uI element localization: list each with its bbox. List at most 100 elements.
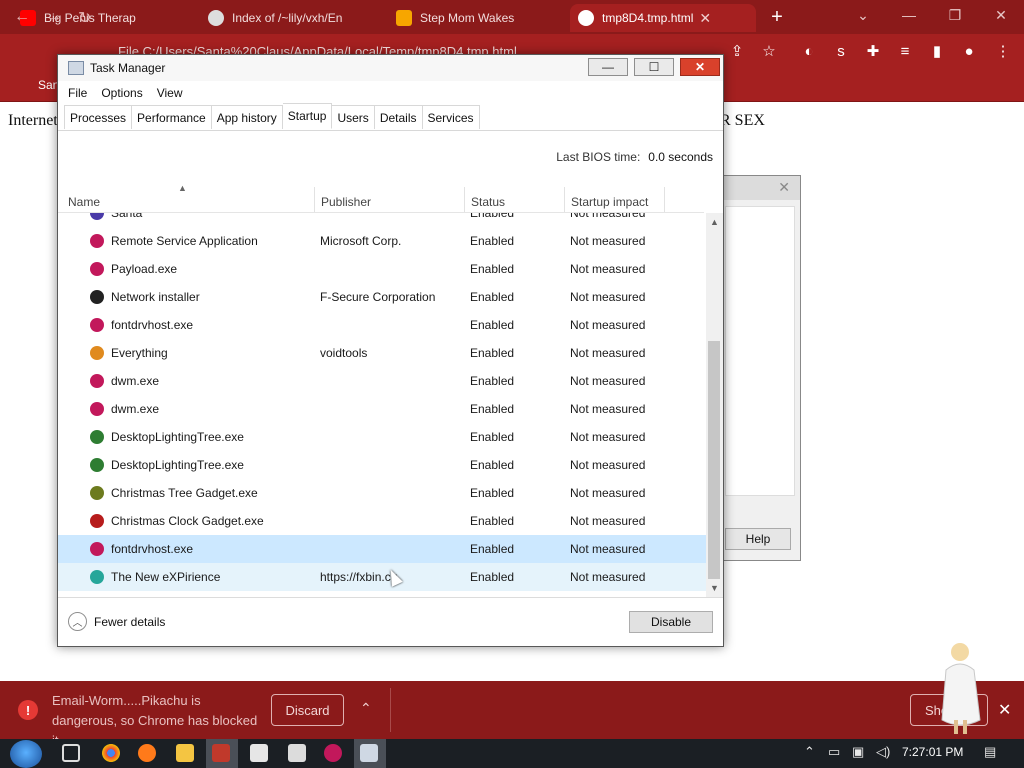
chevron-up-icon[interactable]: ⌃ [360,700,372,717]
startup-row[interactable]: fontdrvhost.exe Enabled Not measured [58,535,706,563]
tab-processes[interactable]: Processes [64,105,133,129]
menu-kebab-icon[interactable]: ⋮ [994,42,1012,60]
tab-users[interactable]: Users [332,105,375,129]
app-icon[interactable] [212,744,230,762]
globe-icon [578,10,594,26]
startup-row[interactable]: fontdrvhost.exe Enabled Not measured [58,311,706,339]
column-header-status[interactable]: Status [465,187,565,212]
taskbar-clock[interactable]: 7:27:01 PM [902,745,963,759]
tab-1[interactable]: Big Penis Therap [12,4,192,32]
profile-icon[interactable]: ● [960,42,978,60]
tab-title: tmp8D4.tmp.html [602,11,694,25]
media-icon[interactable]: ≡ [896,42,914,60]
startup-row[interactable]: DesktopLightingTree.exe Enabled Not measur… [58,423,706,451]
startup-row[interactable]: Remote Service Application Microsoft Corp… [58,227,706,255]
cell-name: Remote Service Application [111,234,258,248]
tray-app-icon[interactable]: ▭ [828,744,840,760]
extension-s-icon[interactable]: s [832,42,850,60]
close-tab-icon[interactable]: ✕ [699,10,711,27]
new-tab-button[interactable]: + [766,4,788,30]
cell-impact: Not measured [570,514,646,528]
minimize-button[interactable]: — [886,0,932,30]
close-button[interactable]: ✕ [680,58,720,76]
share-icon[interactable]: ⇪ [728,42,746,60]
file-explorer-icon[interactable] [176,744,194,762]
start-button-icon[interactable] [10,740,42,768]
cell-impact: Not measured [570,234,646,248]
fewer-details-link[interactable]: Fewer details [94,615,165,629]
column-header-startup-impact[interactable]: Startup impact [565,187,665,212]
vertical-scrollbar[interactable]: ▲ ▼ [706,213,723,597]
help-button[interactable]: Help [725,528,791,550]
startup-row[interactable]: The New eXPirience https://fxbin.cq Enable… [58,563,706,591]
scroll-down-arrow-icon[interactable]: ▼ [706,581,723,595]
firefox-icon[interactable] [138,744,156,762]
cell-status: Enabled [470,514,515,528]
scroll-up-arrow-icon[interactable]: ▲ [706,215,723,229]
close-icon[interactable]: ✕ [778,179,790,196]
reload-icon[interactable]: ↻ [78,8,91,28]
chrome-icon[interactable] [102,744,120,762]
scrollbar-thumb[interactable] [708,341,720,579]
app-window-icon[interactable] [250,744,268,762]
startup-row[interactable]: dwm.exe Enabled Not measured [58,395,706,423]
maximize-button[interactable]: ☐ [634,58,674,76]
discard-button[interactable]: Discard [271,694,344,726]
tab-3[interactable]: Step Mom Wakes [388,4,568,32]
forward-icon[interactable]: → [46,8,62,26]
app-window-icon[interactable] [288,744,306,762]
startup-row[interactable]: Christmas Tree Gadget.exe Enabled Not meas… [58,479,706,507]
menu-view[interactable]: View [157,86,183,100]
app-icon [90,514,104,528]
puzzle-icon[interactable]: ✚ [864,42,882,60]
app-icon[interactable] [324,744,342,762]
disable-button[interactable]: Disable [629,611,713,633]
startup-row[interactable]: DesktopLightingTree.exe Enabled Not measur… [58,451,706,479]
tab-startup[interactable]: Startup [282,103,333,129]
column-header-name[interactable]: Name [62,187,315,212]
cell-name: Everything [111,346,168,360]
cell-name: Christmas Tree Gadget.exe [111,486,258,500]
startup-row[interactable]: Everything voidtools Enabled Not measured [58,339,706,367]
restore-button[interactable]: ❐ [932,0,978,30]
background-dialog: ✕ Help [722,175,801,561]
task-view-icon[interactable] [62,744,80,762]
warning-icon: ! [18,700,38,720]
menu-options[interactable]: Options [101,86,142,100]
sidepanel-icon[interactable]: ▮ [928,42,946,60]
menu-file[interactable]: File [68,86,87,100]
close-download-bar-icon[interactable]: ✕ [998,700,1011,720]
tab-services[interactable]: Services [422,105,480,129]
notifications-icon[interactable]: ▤ [984,744,996,760]
cell-publisher: Microsoft Corp. [320,234,402,248]
startup-row[interactable]: dwm.exe Enabled Not measured [58,367,706,395]
chevron-up-circle-icon[interactable]: ︿ [68,612,87,631]
cell-name: dwm.exe [111,402,160,416]
startup-row[interactable]: Network installer F-Secure Corporation Ena… [58,283,706,311]
column-header-publisher[interactable]: Publisher [315,187,465,212]
tab-app-history[interactable]: App history [211,105,283,129]
cell-name: Christmas Clock Gadget.exe [111,514,264,528]
bookmark-star-icon[interactable]: ☆ [760,42,778,60]
startup-row[interactable]: Payload.exe Enabled Not measured [58,255,706,283]
volume-icon[interactable]: ◁) [876,744,890,760]
tab-divider [58,130,723,131]
network-icon[interactable]: ▣ [852,744,864,760]
tab-performance[interactable]: Performance [132,105,212,129]
show-hidden-icons-icon[interactable]: ⌃ [804,744,815,760]
task-manager-taskbar-icon[interactable] [360,744,378,762]
close-window-button[interactable]: ✕ [978,0,1024,30]
startup-row[interactable]: Christmas Clock Gadget.exe Enabled Not mea… [58,507,706,535]
cell-impact: Not measured [570,213,646,220]
tab-search-button[interactable]: ⌄ [840,0,886,30]
app-icon [90,262,104,276]
tab-4-active[interactable]: tmp8D4.tmp.html ✕ [570,4,756,32]
extension-icon[interactable]: ◐ [800,42,818,60]
tab-details[interactable]: Details [374,105,423,129]
back-icon[interactable]: ← [14,8,30,26]
tab-2[interactable]: Index of /~lily/vxh/En [200,4,380,32]
minimize-button[interactable]: — [588,58,628,76]
app-icon [90,234,104,248]
startup-row[interactable]: Santa Enabled Not measured [58,213,706,227]
cell-status: Enabled [470,346,515,360]
